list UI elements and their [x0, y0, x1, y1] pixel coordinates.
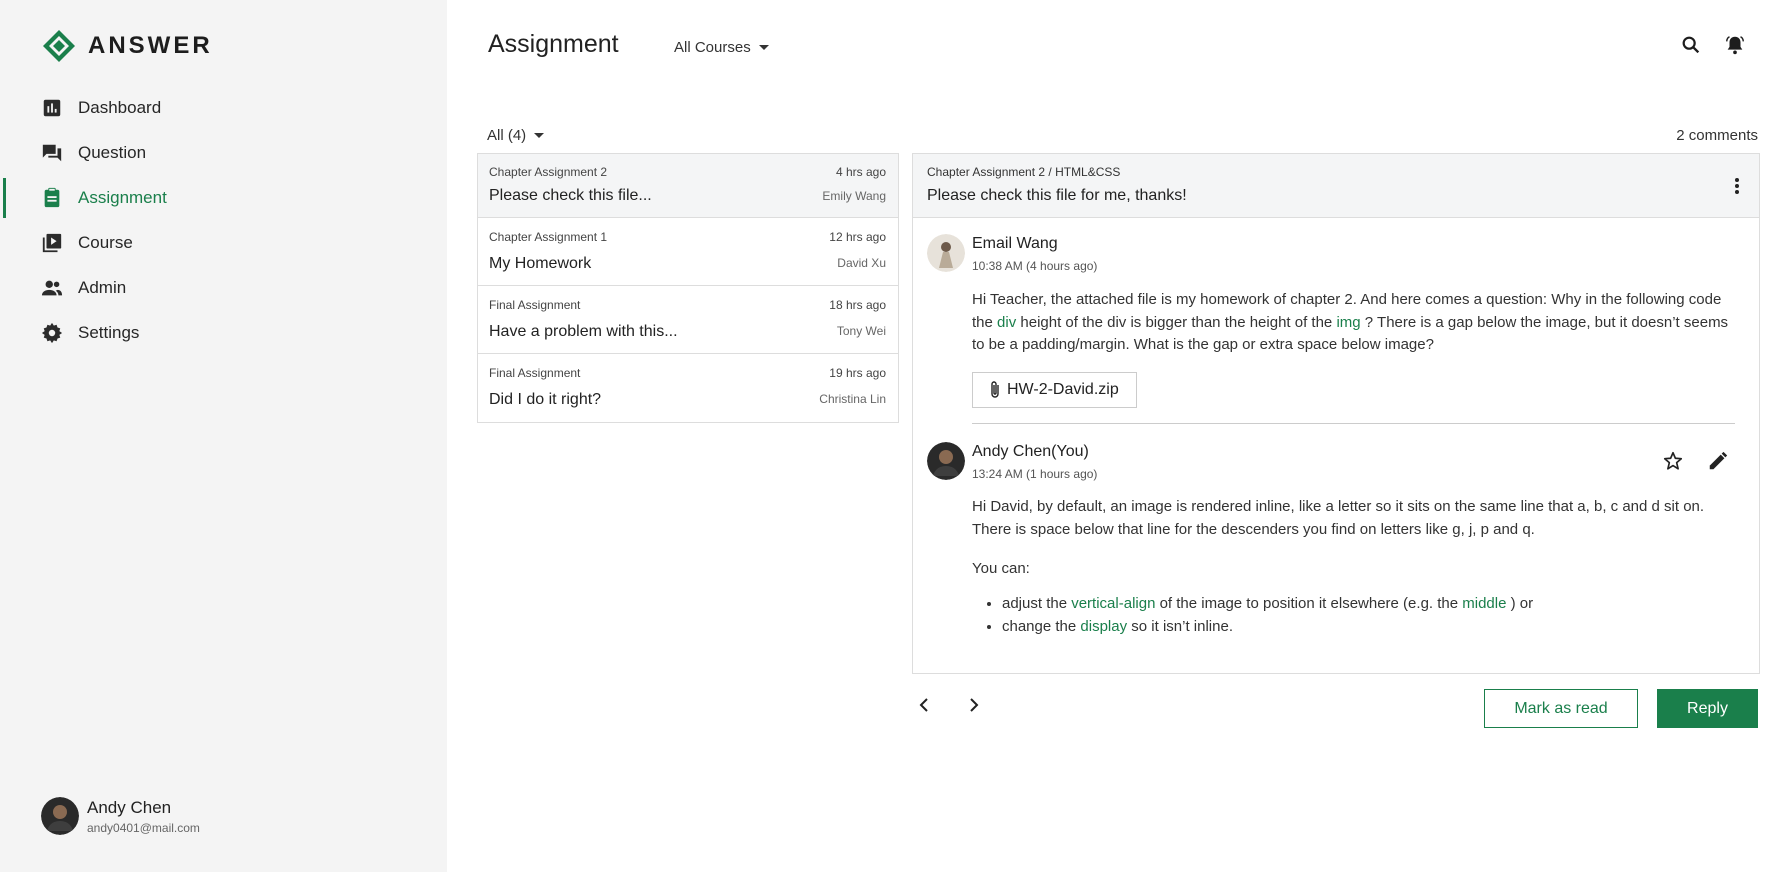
course-filter-label: All Courses: [674, 39, 751, 56]
message-author: Email Wang: [972, 235, 1058, 252]
thread-header: Chapter Assignment 2 / HTML&CSS Please c…: [913, 154, 1759, 218]
item-time: 4 hrs ago: [835, 165, 886, 179]
sidebar-item-dashboard[interactable]: Dashboard: [0, 86, 447, 130]
code-link-div[interactable]: div: [997, 314, 1016, 331]
item-time: 19 hrs ago: [829, 366, 886, 380]
thread-panel: Chapter Assignment 2 / HTML&CSS Please c…: [912, 153, 1760, 674]
sidebar-item-question[interactable]: Question: [0, 131, 447, 175]
message-time: 10:38 AM (4 hours ago): [972, 259, 1098, 273]
bullet-text: ) or: [1506, 595, 1534, 612]
chevron-right-icon[interactable]: [962, 694, 984, 716]
item-time: 12 hrs ago: [829, 230, 886, 244]
item-chapter: Chapter Assignment 1: [489, 230, 608, 244]
star-icon[interactable]: [1662, 450, 1684, 472]
avatar: [41, 797, 79, 835]
sidebar-item-course[interactable]: Course: [0, 221, 447, 265]
item-author: Emily Wang: [822, 189, 886, 203]
people-icon: [41, 280, 63, 296]
bell-alert-icon[interactable]: [1724, 34, 1746, 56]
user-email: andy0401@mail.com: [87, 820, 200, 835]
list-item[interactable]: Final Assignment 18 hrs ago Have a probl…: [478, 286, 898, 354]
clipboard-icon: [44, 187, 60, 208]
status-filter-dropdown[interactable]: All (4): [487, 127, 545, 144]
attachment-name: HW-2-David.zip: [1007, 381, 1119, 398]
item-chapter: Final Assignment: [489, 298, 581, 312]
sidebar-item-label: Dashboard: [78, 98, 162, 117]
message-body: Hi Teacher, the attached file is my home…: [972, 289, 1737, 357]
caret-down-icon: [758, 45, 769, 50]
list-item: change the display so it isn’t inline.: [1002, 616, 1533, 639]
gear-icon: [41, 322, 63, 344]
item-chapter: Final Assignment: [489, 366, 581, 380]
item-time: 18 hrs ago: [829, 298, 886, 312]
item-author: Tony Wei: [836, 324, 886, 338]
message-text: You can:: [972, 560, 1030, 577]
avatar: [927, 234, 965, 272]
app-logo[interactable]: ANSWER: [42, 29, 213, 63]
message-text: height of the div is bigger than the hei…: [1016, 313, 1337, 331]
forum-icon: [42, 144, 62, 162]
item-title: Please check this file...: [489, 187, 652, 204]
message-author: Andy Chen(You): [972, 443, 1089, 460]
chevron-left-icon[interactable]: [914, 694, 936, 716]
user-name: Andy Chen: [87, 797, 172, 817]
sidebar: ANSWER Dashboard Question Assignment Cou…: [0, 0, 447, 872]
mark-as-read-button[interactable]: Mark as read: [1484, 689, 1638, 728]
item-author: Christina Lin: [819, 392, 886, 406]
caret-down-icon: [534, 133, 545, 138]
code-link-vertical-align[interactable]: vertical-align: [1071, 595, 1155, 612]
sidebar-item-label: Settings: [78, 323, 140, 342]
sidebar-item-assignment[interactable]: Assignment: [0, 176, 447, 220]
message-body: Hi David, by default, an image is render…: [972, 498, 1705, 538]
edit-icon[interactable]: [1707, 450, 1729, 472]
sidebar-item-admin[interactable]: Admin: [0, 266, 447, 310]
item-title: Have a problem with this...: [489, 323, 678, 340]
item-title: Did I do it right?: [489, 391, 602, 408]
thread-subject: Please check this file for me, thanks!: [927, 187, 1187, 204]
reply-bullet-list: adjust the vertical-align of the image t…: [972, 593, 1533, 638]
page-title: Assignment: [488, 30, 619, 58]
bullet-text: of the image to position it elsewhere (e…: [1155, 595, 1463, 612]
status-filter-label: All (4): [487, 127, 527, 144]
message-divider: [972, 423, 1735, 424]
code-link-img[interactable]: img: [1336, 314, 1360, 331]
search-icon[interactable]: [1680, 34, 1702, 56]
list-item[interactable]: Final Assignment 19 hrs ago Did I do it …: [478, 354, 898, 422]
attachment-file[interactable]: HW-2-David.zip: [972, 372, 1137, 408]
bullet-text: so it isn’t inline.: [1127, 617, 1233, 635]
logo-text: ANSWER: [88, 32, 213, 59]
course-filter-dropdown[interactable]: All Courses: [674, 39, 769, 56]
reply-button[interactable]: Reply: [1657, 689, 1758, 728]
paperclip-icon: [991, 381, 999, 398]
main-content: Assignment All Courses All (4) 2 comment…: [447, 0, 1788, 872]
bar-chart-icon: [43, 99, 61, 117]
sidebar-item-label: Admin: [78, 278, 127, 297]
code-link-middle[interactable]: middle: [1462, 595, 1506, 612]
bullet-text: change the: [1002, 617, 1081, 635]
video-library-icon: [42, 233, 62, 253]
sidebar-item-label: Assignment: [78, 188, 167, 207]
logo-icon: [43, 30, 75, 62]
comments-count: 2 comments: [1676, 127, 1758, 144]
bullet-text: adjust the: [1002, 595, 1072, 612]
code-link-display[interactable]: display: [1080, 618, 1127, 635]
item-author: David Xu: [837, 256, 886, 270]
list-item[interactable]: Chapter Assignment 1 12 hrs ago My Homew…: [478, 218, 898, 286]
current-user[interactable]: Andy Chen andy0401@mail.com: [41, 797, 200, 835]
item-chapter: Chapter Assignment 2: [489, 165, 608, 179]
list-item: adjust the vertical-align of the image t…: [1002, 593, 1533, 616]
list-item[interactable]: Chapter Assignment 2 4 hrs ago Please ch…: [478, 154, 898, 218]
item-title: My Homework: [489, 255, 592, 272]
sidebar-item-settings[interactable]: Settings: [0, 311, 447, 355]
more-vert-icon[interactable]: [1727, 176, 1747, 196]
sidebar-item-label: Question: [78, 143, 147, 162]
breadcrumb: Chapter Assignment 2 / HTML&CSS: [927, 165, 1121, 179]
message-time: 13:24 AM (1 hours ago): [972, 467, 1098, 481]
sidebar-item-label: Course: [78, 233, 133, 252]
assignment-list: Chapter Assignment 2 4 hrs ago Please ch…: [477, 153, 899, 423]
avatar: [927, 442, 965, 480]
